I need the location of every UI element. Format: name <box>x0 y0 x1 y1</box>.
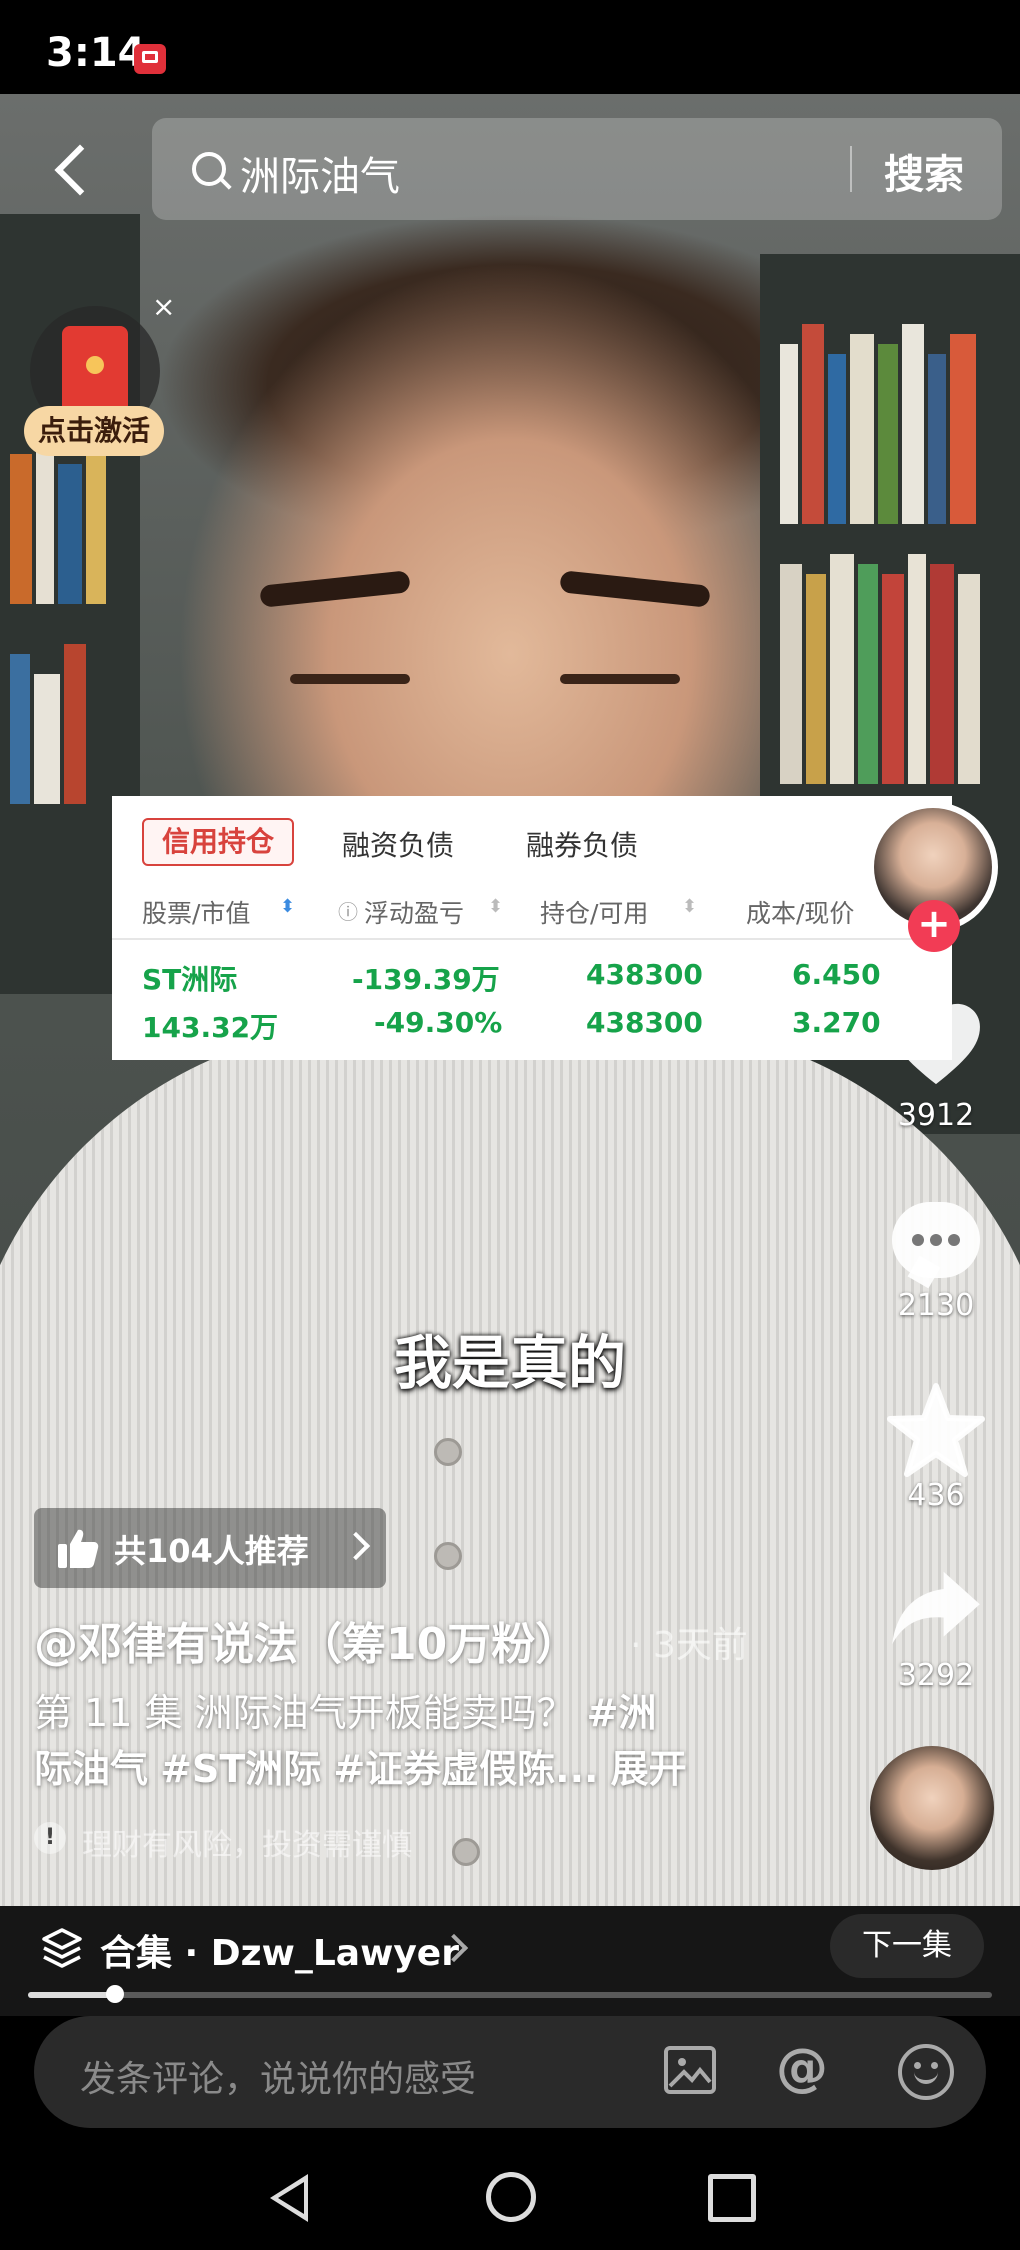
search-icon <box>192 152 226 186</box>
book <box>780 344 798 524</box>
book <box>34 674 60 804</box>
clock: 3:14 <box>46 30 146 76</box>
header-cost-price: 成本/现价 <box>746 899 855 928</box>
eyebrow-right <box>559 570 711 608</box>
cell-available: 438300 <box>586 1006 703 1039</box>
post-time: · 3天前 <box>630 1625 748 1666</box>
follow-button[interactable]: + <box>908 900 960 952</box>
book <box>780 564 802 784</box>
book <box>36 434 54 604</box>
red-packet-close-button[interactable]: × <box>152 290 175 323</box>
back-button[interactable] <box>48 142 94 198</box>
search-input[interactable]: 洲际油气 <box>240 144 400 202</box>
header-stock-value: 股票/市值 <box>142 899 251 928</box>
book <box>950 334 976 524</box>
book <box>806 574 826 784</box>
search-button[interactable]: 搜索 <box>884 142 964 200</box>
search-divider <box>850 146 852 192</box>
cell-stock-name: ST洲际 <box>142 963 238 996</box>
layers-icon <box>42 1928 82 1968</box>
cell-floating-pnl: -139.39万 <box>352 963 500 996</box>
eye-left <box>290 674 410 684</box>
book <box>10 654 30 804</box>
red-packet-icon <box>62 326 128 416</box>
book <box>58 464 82 604</box>
shirt-button <box>434 1542 462 1570</box>
book <box>86 444 106 604</box>
nav-home-icon[interactable] <box>486 2172 536 2222</box>
header-holding-available: 持仓/可用 <box>540 899 649 928</box>
mention-icon[interactable]: @ <box>776 2038 828 2098</box>
book <box>928 354 946 524</box>
header-floating-pnl: 浮动盈亏 <box>364 899 465 928</box>
like-count: 3912 <box>897 1098 975 1133</box>
video-progress-track[interactable] <box>28 1992 992 1998</box>
cell-current-price: 3.270 <box>792 1006 881 1039</box>
book <box>850 334 874 524</box>
video-subtitle: 我是真的 <box>393 1329 626 1397</box>
warning-icon: ! <box>34 1822 66 1854</box>
favorite-count: 436 <box>907 1478 965 1513</box>
hashtag[interactable]: #证券虚假陈... <box>333 1747 598 1791</box>
hashtag[interactable]: #ST洲际 <box>160 1747 321 1791</box>
tab-credit-position: 信用持仓 <box>142 818 294 866</box>
cell-market-value: 143.32万 <box>142 1011 279 1044</box>
author-name[interactable]: @邓律有说法（筹10万粉） <box>34 1608 579 1672</box>
book <box>908 554 926 784</box>
stock-position-card: 信用持仓 融资负债 融券负债 股票/市值 ⬍ ⓘ 浮动盈亏 ⬍ 持仓/可用 ⬍ … <box>112 796 952 1060</box>
book <box>10 454 32 604</box>
music-disc-avatar[interactable] <box>870 1746 994 1870</box>
hashtag[interactable]: #洲 <box>587 1691 657 1735</box>
shirt-button <box>434 1438 462 1466</box>
shirt-button <box>452 1838 480 1866</box>
book <box>64 644 86 804</box>
heart-icon[interactable] <box>888 1002 984 1088</box>
comment-icon[interactable] <box>892 1202 980 1278</box>
eye-right <box>560 674 680 684</box>
emoji-icon[interactable] <box>898 2044 954 2100</box>
thumbs-up-icon <box>58 1529 99 1568</box>
expand-button[interactable]: 展开 <box>611 1747 687 1791</box>
book <box>858 564 878 784</box>
book <box>830 554 854 784</box>
sort-icon: ⬍ <box>280 896 296 917</box>
book <box>802 324 824 524</box>
share-icon[interactable] <box>888 1568 984 1648</box>
description-text: 第 11 集 洲际油气开板能卖吗？ <box>34 1691 587 1735</box>
video-progress-fill <box>28 1992 115 1998</box>
video-description-line2: 际油气 #ST洲际 #证券虚假陈... 展开 <box>34 1738 687 1793</box>
risk-notice: 理财有风险，投资需谨慎 <box>82 1828 412 1863</box>
tab-short-debt: 融券负债 <box>526 829 639 862</box>
eyebrow-left <box>259 570 411 608</box>
sort-icon: ⬍ <box>488 896 504 917</box>
book <box>930 564 954 784</box>
hashtag-continuation[interactable]: 际油气 <box>34 1747 148 1791</box>
nav-back-icon[interactable] <box>270 2174 308 2222</box>
nav-recents-icon[interactable] <box>708 2174 756 2222</box>
red-packet-activate-label[interactable]: 点击激活 <box>24 406 165 456</box>
video-description-line1: 第 11 集 洲际油气开板能卖吗？ #洲 <box>34 1682 657 1737</box>
book <box>878 344 898 524</box>
cell-pnl-percent: -49.30% <box>374 1006 503 1039</box>
book <box>958 574 980 784</box>
comment-placeholder: 发条评论，说说你的感受 <box>80 2059 477 2100</box>
book <box>828 354 846 524</box>
video-progress-knob[interactable] <box>105 1985 124 2003</box>
next-episode-button[interactable]: 下一集 <box>830 1914 984 1978</box>
book <box>882 574 904 784</box>
image-icon[interactable] <box>664 2046 716 2094</box>
help-icon: ⓘ <box>338 900 358 924</box>
notification-icon <box>134 44 166 74</box>
cell-holding: 438300 <box>586 958 703 991</box>
book <box>902 324 924 524</box>
share-count: 3292 <box>897 1658 975 1693</box>
divider <box>112 938 952 940</box>
tab-margin-debt: 融资负债 <box>342 829 455 862</box>
sort-icon: ⬍ <box>682 896 698 917</box>
cell-cost: 6.450 <box>792 958 881 991</box>
collection-label[interactable]: 合集 · Dzw_Lawyer <box>100 1924 459 1976</box>
recommend-text: 共104人推荐 <box>114 1532 309 1570</box>
